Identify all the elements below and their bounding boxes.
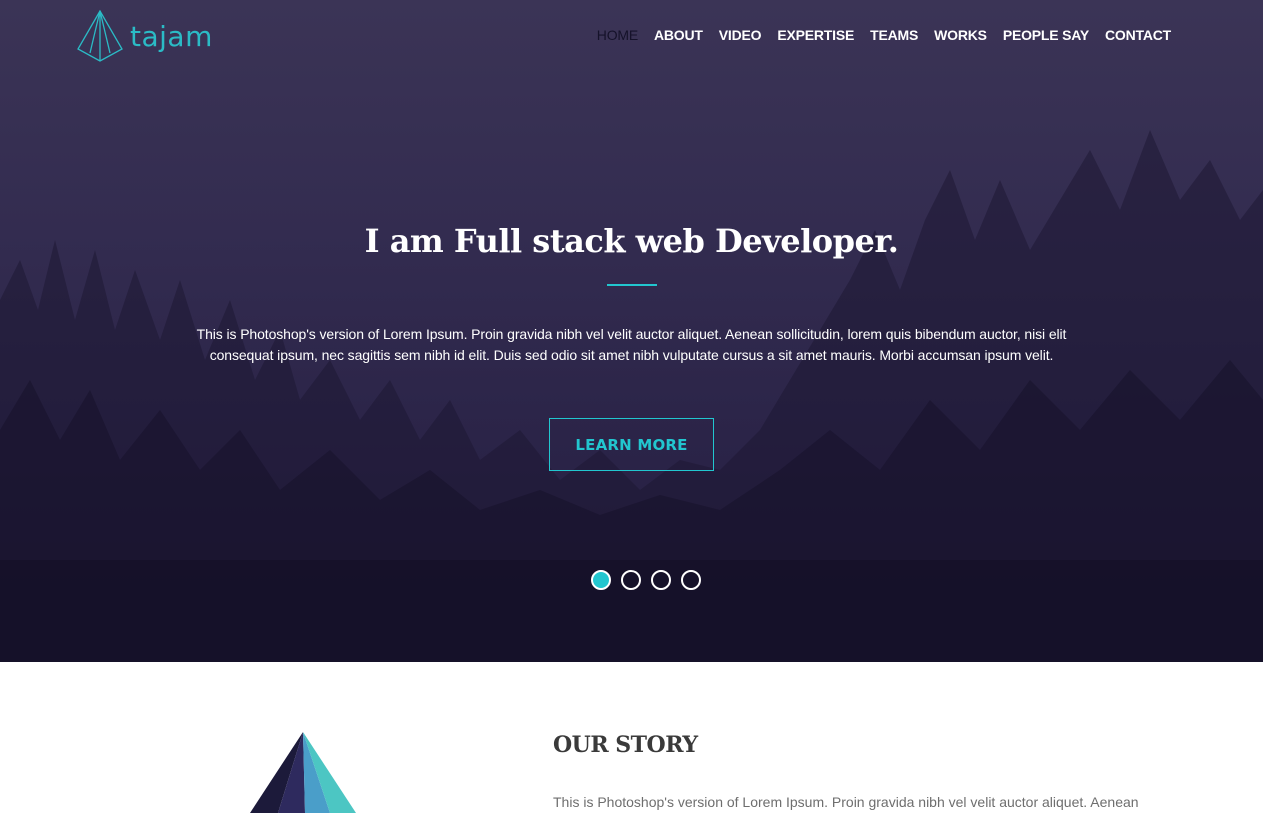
main-nav: HOME ABOUT VIDEO EXPERTISE TEAMS WORKS P…	[589, 26, 1179, 44]
hero-title: I am Full stack web Developer.	[364, 222, 899, 260]
nav-item-works[interactable]: WORKS	[926, 26, 995, 44]
paper-plane-logo-icon	[77, 9, 123, 62]
nav-item-people-say[interactable]: PEOPLE SAY	[995, 26, 1097, 44]
slide-dot-2[interactable]	[621, 570, 641, 590]
pyramid-illustration	[250, 732, 356, 813]
slide-dot-3[interactable]	[651, 570, 671, 590]
hero-divider	[607, 284, 657, 286]
slider-pagination	[591, 570, 701, 590]
hero-description: This is Photoshop's version of Lorem Ips…	[196, 326, 1067, 363]
hero-section: tajam HOME ABOUT VIDEO EXPERTISE TEAMS W…	[0, 0, 1263, 662]
slide-dot-4[interactable]	[681, 570, 701, 590]
brand-logo[interactable]: tajam	[76, 8, 216, 64]
nav-item-teams[interactable]: TEAMS	[862, 26, 926, 44]
learn-more-button[interactable]: LEARN MORE	[549, 418, 714, 471]
story-description: This is Photoshop's version of Lorem Ips…	[553, 794, 1139, 810]
nav-item-home[interactable]: HOME	[589, 26, 646, 44]
brand-name: tajam	[130, 19, 213, 53]
nav-item-video[interactable]: VIDEO	[711, 26, 770, 44]
slide-dot-1[interactable]	[591, 570, 611, 590]
nav-item-about[interactable]: ABOUT	[646, 26, 711, 44]
story-title: OUR STORY	[553, 732, 698, 758]
nav-item-contact[interactable]: CONTACT	[1097, 26, 1179, 44]
nav-item-expertise[interactable]: EXPERTISE	[769, 26, 862, 44]
